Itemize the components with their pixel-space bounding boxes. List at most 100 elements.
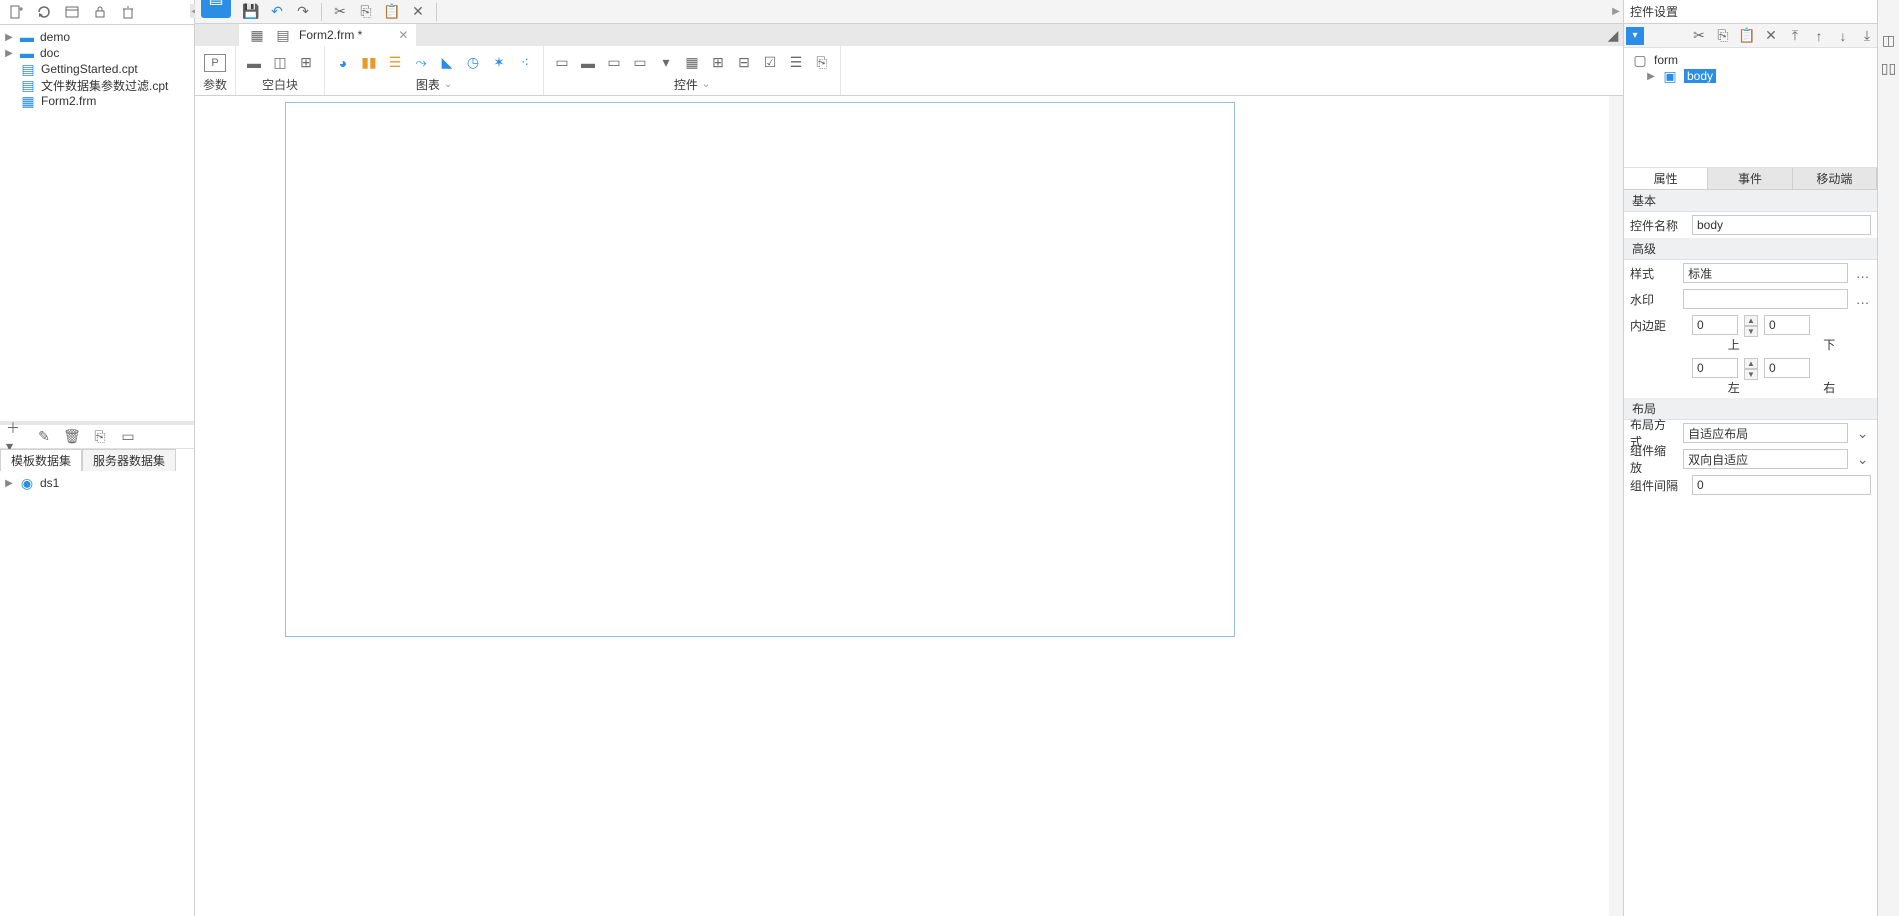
layout-type-select[interactable] <box>1683 423 1848 443</box>
delete-icon[interactable] <box>118 2 138 22</box>
preview-icon[interactable]: ▭ <box>118 427 138 447</box>
button-icon[interactable]: ▭ <box>604 53 624 73</box>
cut-icon[interactable]: ✂ <box>1689 26 1709 46</box>
radar-chart-icon[interactable]: ✶ <box>489 53 509 73</box>
close-icon[interactable]: ✕ <box>408 2 428 22</box>
add-dataset-icon[interactable]: ＋▾ <box>6 427 26 447</box>
tree-widget-icon[interactable]: ⊟ <box>734 53 754 73</box>
expand-arrow-icon[interactable]: ▶ <box>4 478 14 489</box>
add-widget-icon[interactable]: ⎘ <box>812 53 832 73</box>
scale-select[interactable] <box>1683 449 1848 469</box>
split-h-icon[interactable]: ◫ <box>270 53 290 73</box>
panel-toggle-icon[interactable]: ▯▯ <box>1879 58 1899 78</box>
gap-input[interactable] <box>1692 475 1871 495</box>
more-icon[interactable]: … <box>1854 289 1871 309</box>
chevron-down-icon[interactable]: ⌄ <box>444 79 452 90</box>
section-basic: 基本 <box>1624 190 1877 212</box>
split-v-icon[interactable]: ⊞ <box>296 53 316 73</box>
vertical-scrollbar[interactable] <box>1609 96 1623 916</box>
collapse-right-icon[interactable]: ▶ <box>1611 4 1621 18</box>
date-icon[interactable]: ▦ <box>682 53 702 73</box>
number-icon[interactable]: ▭ <box>630 53 650 73</box>
pie-chart-icon[interactable]: ◕ <box>333 53 353 73</box>
grid-widget-icon[interactable]: ⊞ <box>708 53 728 73</box>
prop-label: 内边距 <box>1630 317 1686 334</box>
close-tab-icon[interactable]: ✕ <box>398 28 408 42</box>
tab-menu-icon[interactable]: ◢ <box>1603 25 1623 45</box>
tab-mobile[interactable]: 移动端 <box>1793 168 1877 189</box>
delete-icon[interactable]: 🗑 <box>62 427 82 447</box>
area-chart-icon[interactable]: ◣ <box>437 53 457 73</box>
hbar-chart-icon[interactable]: ☰ <box>385 53 405 73</box>
tab-events[interactable]: 事件 <box>1708 168 1792 189</box>
tree-file[interactable]: ▦ Form2.frm <box>4 93 194 109</box>
tab-template-dataset[interactable]: 模板数据集 <box>0 449 82 471</box>
line-chart-icon[interactable]: ⤳ <box>411 53 431 73</box>
copy-icon[interactable]: ⎘ <box>1713 26 1733 46</box>
paste-icon[interactable]: 📋 <box>1737 26 1757 46</box>
undo-icon[interactable]: ↶ <box>267 2 287 22</box>
dropdown-icon[interactable]: ▾ <box>656 53 676 73</box>
ribbon-label: 空白块 <box>262 75 298 93</box>
pad-right-input[interactable] <box>1764 358 1810 378</box>
more-icon[interactable]: … <box>1854 263 1871 283</box>
checkbox-icon[interactable]: ☑ <box>760 53 780 73</box>
view-icon[interactable] <box>62 2 82 22</box>
expand-arrow-icon[interactable]: ▶ <box>1646 71 1656 82</box>
move-down-icon[interactable]: ↓ <box>1833 26 1853 46</box>
list-icon[interactable]: ☰ <box>786 53 806 73</box>
prop-label: 组件间隔 <box>1630 477 1686 494</box>
delete-icon[interactable]: ✕ <box>1761 26 1781 46</box>
ribbon-group-chart: ◕ ▮▮ ☰ ⤳ ◣ ◷ ✶ ⁖ 图表⌄ <box>325 46 544 95</box>
expand-arrow-icon[interactable]: ▶ <box>4 48 14 59</box>
file-tab-label: Form2.frm * <box>299 28 362 42</box>
lock-icon[interactable] <box>90 2 110 22</box>
edit-icon[interactable]: ✎ <box>34 427 54 447</box>
expand-arrow-icon[interactable]: ▶ <box>4 32 14 43</box>
prop-label: 组件缩放 <box>1630 442 1677 476</box>
pad-bottom-input[interactable] <box>1764 315 1810 335</box>
copy-icon[interactable]: ⎘ <box>356 2 376 22</box>
paste-icon[interactable]: 📋 <box>382 2 402 22</box>
block-icon[interactable]: ▬ <box>244 53 264 73</box>
home-button[interactable]: ▤ <box>201 0 231 18</box>
chevron-down-icon[interactable]: ⌄ <box>1854 423 1871 443</box>
move-top-icon[interactable]: ⤒ <box>1785 26 1805 46</box>
gauge-chart-icon[interactable]: ◷ <box>463 53 483 73</box>
selected-widget-icon[interactable]: ▾ <box>1626 27 1644 45</box>
dataset-item[interactable]: ▶ ◉ ds1 <box>4 475 190 491</box>
watermark-input[interactable] <box>1683 289 1848 309</box>
redo-icon[interactable]: ↷ <box>293 2 313 22</box>
widget-name-input[interactable] <box>1692 215 1871 235</box>
prop-label: 样式 <box>1630 265 1677 282</box>
tab-server-dataset[interactable]: 服务器数据集 <box>82 449 176 471</box>
new-file-icon[interactable] <box>6 2 26 22</box>
panel-toggle-icon[interactable]: ◫ <box>1879 30 1899 50</box>
style-input[interactable] <box>1683 263 1848 283</box>
scatter-chart-icon[interactable]: ⁖ <box>515 53 535 73</box>
textbox-icon[interactable]: ▭ <box>552 53 572 73</box>
pad-top-input[interactable] <box>1692 315 1738 335</box>
cut-icon[interactable]: ✂ <box>330 2 350 22</box>
tab-properties[interactable]: 属性 <box>1624 168 1708 189</box>
chevron-down-icon[interactable]: ⌄ <box>1854 449 1871 469</box>
dataset-toolbar: ＋▾ ✎ 🗑 ⎘ ▭ <box>0 425 194 449</box>
file-tab[interactable]: ▦ ▤ Form2.frm * ✕ <box>239 24 416 46</box>
move-bottom-icon[interactable]: ⤓ <box>1857 26 1877 46</box>
spinner[interactable]: ▲▼ <box>1744 315 1758 335</box>
refresh-icon[interactable] <box>34 2 54 22</box>
outline-item[interactable]: ▶ ▣ body <box>1630 68 1871 84</box>
save-icon[interactable]: 💾 <box>241 2 261 22</box>
spinner[interactable]: ▲▼ <box>1744 358 1758 378</box>
bar-chart-icon[interactable]: ▮▮ <box>359 53 379 73</box>
copy-icon[interactable]: ⎘ <box>90 427 110 447</box>
move-up-icon[interactable]: ↑ <box>1809 26 1829 46</box>
label-icon[interactable]: ▬ <box>578 53 598 73</box>
param-icon[interactable]: P <box>204 54 226 72</box>
design-canvas[interactable] <box>195 96 1623 916</box>
form-body-rect[interactable] <box>285 102 1235 637</box>
pad-left-input[interactable] <box>1692 358 1738 378</box>
chevron-down-icon[interactable]: ⌄ <box>702 79 710 90</box>
prop-label: 控件名称 <box>1630 217 1686 234</box>
prop-watermark: 水印 … <box>1624 286 1877 312</box>
